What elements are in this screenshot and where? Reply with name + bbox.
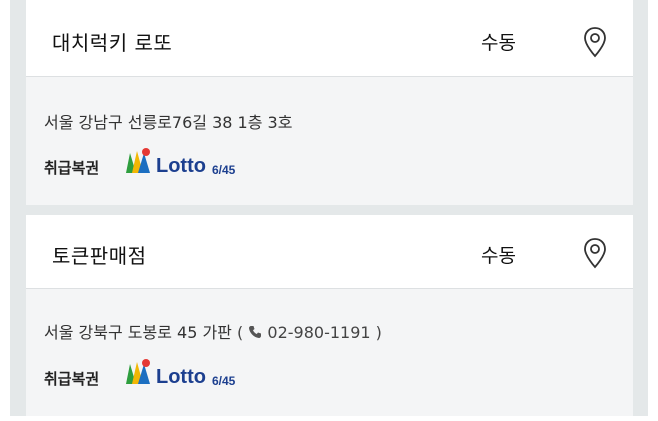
lotto-logo: Lotto 6/45: [126, 359, 236, 388]
page-bottom-edge: [0, 416, 658, 421]
lotto-logo-sub: 6/45: [212, 163, 236, 177]
store-card-body: 서울 강남구 선릉로76길 38 1층 3호 취급복권 Lotto 6/45: [26, 77, 633, 205]
store-card[interactable]: 토큰판매점 수동 서울 강북구 도봉로 45 가판 ( 02-980-1191 …: [26, 215, 633, 417]
lotto-logo: Lotto 6/45: [126, 148, 236, 177]
store-address: 서울 강남구 선릉로76길 38 1층 3호: [44, 109, 292, 133]
lotto-logo-text: Lotto: [156, 366, 206, 388]
phone-icon: [249, 326, 262, 338]
address-text: 서울 강남구 선릉로76길 38 1층 3호: [44, 113, 293, 132]
store-name: 토큰판매점: [52, 244, 147, 268]
map-pin-icon[interactable]: [582, 237, 608, 269]
store-name: 대치럭키 로또: [52, 31, 173, 55]
lotto-logo-sub: 6/45: [212, 374, 236, 388]
store-card-header: 대치럭키 로또 수동: [26, 0, 633, 77]
store-address: 서울 강북구 도봉로 45 가판 ( 02-980-1191 ): [44, 319, 382, 343]
store-type: 수동: [481, 245, 516, 267]
store-card-header: 토큰판매점 수동: [26, 215, 633, 289]
lottery-label: 취급복권: [44, 159, 100, 177]
store-type: 수동: [481, 32, 516, 54]
store-card[interactable]: 대치럭키 로또 수동 서울 강남구 선릉로76길 38 1층 3호 취급복권 L…: [26, 0, 633, 205]
lottery-label: 취급복권: [44, 370, 100, 388]
store-phone[interactable]: ( 02-980-1191 ): [237, 323, 382, 342]
lotto-logo-text: Lotto: [156, 155, 206, 177]
address-text: 서울 강북구 도봉로 45 가판: [44, 323, 232, 342]
phone-number: 02-980-1191: [267, 323, 371, 342]
store-card-body: 서울 강북구 도봉로 45 가판 ( 02-980-1191 ) 취급복권 Lo…: [26, 289, 633, 417]
map-pin-icon[interactable]: [582, 26, 608, 58]
